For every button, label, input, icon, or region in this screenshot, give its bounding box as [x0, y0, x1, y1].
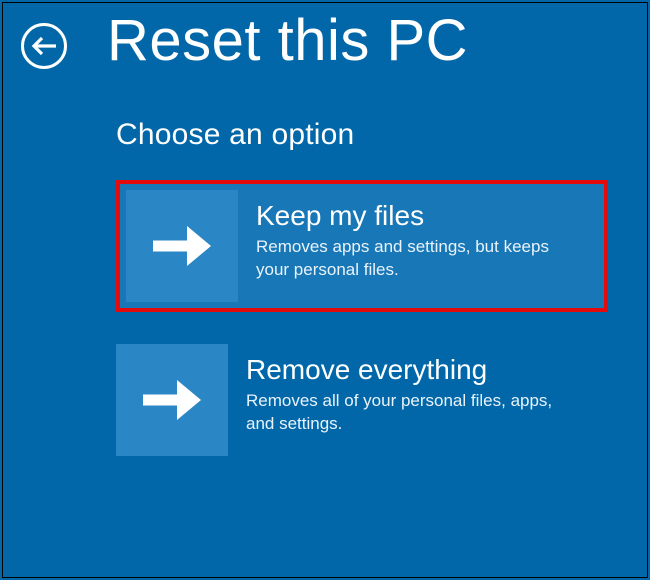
- back-button[interactable]: [21, 23, 67, 69]
- arrow-right-icon: [147, 222, 217, 270]
- page-title: Reset this PC: [107, 11, 468, 72]
- arrow-left-icon: [31, 36, 57, 56]
- option-text: Remove everything Removes all of your pe…: [228, 344, 598, 456]
- option-keep-my-files[interactable]: Keep my files Removes apps and settings,…: [116, 180, 608, 312]
- option-description: Removes apps and settings, but keeps you…: [256, 236, 576, 282]
- option-description: Removes all of your personal files, apps…: [246, 390, 566, 436]
- option-title: Keep my files: [256, 200, 582, 232]
- option-tile: [116, 344, 228, 456]
- subtitle: Choose an option: [116, 118, 647, 152]
- option-title: Remove everything: [246, 354, 582, 386]
- option-tile: [126, 190, 238, 302]
- options-list: Keep my files Removes apps and settings,…: [116, 180, 608, 466]
- option-text: Keep my files Removes apps and settings,…: [238, 190, 598, 302]
- option-remove-everything[interactable]: Remove everything Removes all of your pe…: [116, 334, 608, 466]
- reset-pc-screen: Reset this PC Choose an option Keep my f…: [2, 2, 648, 578]
- arrow-right-icon: [137, 376, 207, 424]
- header: Reset this PC: [3, 3, 647, 72]
